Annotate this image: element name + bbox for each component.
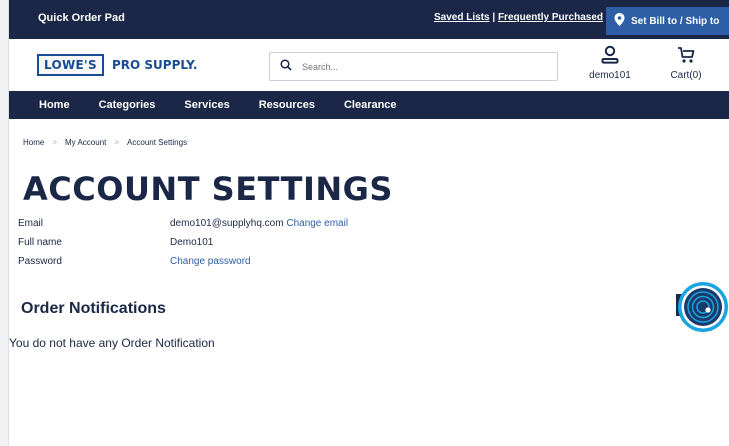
search-input[interactable] xyxy=(302,61,522,72)
breadcrumb-account-settings: Account Settings xyxy=(127,138,188,147)
fullname-value: Demo101 xyxy=(170,237,214,248)
cart-button[interactable]: Cart(0) xyxy=(663,45,709,81)
set-bill-ship-to-button[interactable]: Set Bill to / Ship to xyxy=(606,7,729,35)
cart-count-label: Cart(0) xyxy=(670,70,702,81)
breadcrumb-home[interactable]: Home xyxy=(23,138,44,147)
nav-item-services[interactable]: Services xyxy=(184,99,229,111)
change-email-link[interactable]: Change email xyxy=(286,218,348,229)
ship-to-label: Set Bill to / Ship to xyxy=(631,15,720,27)
main-nav: Home Categories Services Resources Clear… xyxy=(9,91,729,119)
breadcrumb-separator-icon: > xyxy=(52,138,58,147)
saved-lists-link[interactable]: Saved Lists xyxy=(434,12,490,23)
change-password-link[interactable]: Change password xyxy=(170,256,251,267)
left-edge-rail xyxy=(0,0,9,446)
password-label: Password xyxy=(18,256,62,267)
nav-item-categories[interactable]: Categories xyxy=(99,99,156,111)
utility-bar: Quick Order Pad Saved Lists | Frequently… xyxy=(9,0,729,39)
site-header: LOWE'S PRO SUPPLY. demo101 Cart(0) xyxy=(9,39,729,91)
utility-links: Saved Lists | Frequently Purchased xyxy=(434,12,603,23)
account-menu[interactable]: demo101 xyxy=(587,45,633,81)
breadcrumb: Home > My Account > Account Settings xyxy=(23,138,187,147)
nav-item-home[interactable]: Home xyxy=(39,99,70,111)
user-icon xyxy=(587,45,633,65)
order-notifications-empty-message: You do not have any Order Notification xyxy=(9,336,215,350)
email-value: demo101@supplyhq.com xyxy=(170,218,284,229)
logo-lowes-mark: LOWE'S xyxy=(37,54,104,76)
breadcrumb-my-account[interactable]: My Account xyxy=(65,138,106,147)
page-title: ACCOUNT SETTINGS xyxy=(23,170,393,208)
search-icon[interactable] xyxy=(280,58,292,76)
location-pin-icon xyxy=(614,13,625,29)
utility-divider: | xyxy=(489,12,498,23)
quick-order-pad-link[interactable]: Quick Order Pad xyxy=(38,12,125,24)
logo-pro-supply-text: PRO SUPPLY. xyxy=(111,58,198,72)
cart-icon xyxy=(663,45,709,65)
lowes-pro-supply-logo[interactable]: LOWE'S PRO SUPPLY. xyxy=(37,52,215,78)
nav-item-resources[interactable]: Resources xyxy=(259,99,315,111)
search-box[interactable] xyxy=(269,52,558,81)
fullname-label: Full name xyxy=(18,237,62,248)
account-username: demo101 xyxy=(589,70,631,81)
chat-widget-button[interactable] xyxy=(672,276,729,336)
frequently-purchased-link[interactable]: Frequently Purchased xyxy=(498,12,603,23)
email-value-group: demo101@supplyhq.com Change email xyxy=(170,218,348,229)
breadcrumb-separator-icon: > xyxy=(114,138,120,147)
order-notifications-heading: Order Notifications xyxy=(21,300,166,317)
chat-bubble-icon xyxy=(676,282,728,332)
email-label: Email xyxy=(18,218,44,229)
nav-item-clearance[interactable]: Clearance xyxy=(344,99,397,111)
